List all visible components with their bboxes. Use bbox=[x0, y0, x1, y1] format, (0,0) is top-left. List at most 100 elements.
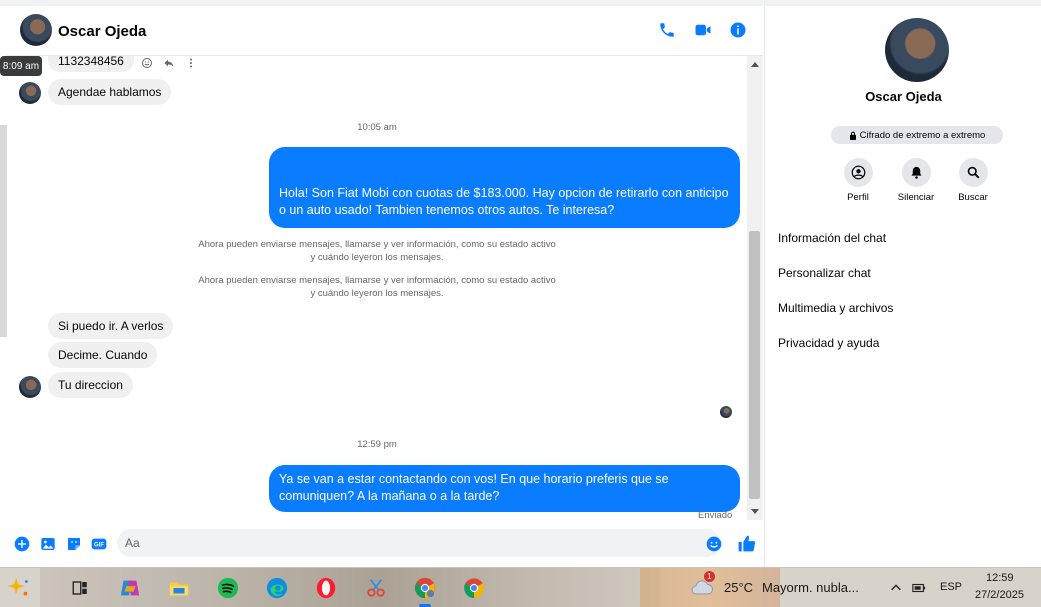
lock-icon bbox=[849, 131, 856, 140]
timestamp-divider: 10:05 am bbox=[357, 122, 397, 133]
encryption-label: Cifrado de extremo a extremo bbox=[859, 129, 986, 141]
system-notice: Ahora pueden enviarse mensajes, llamarse… bbox=[198, 239, 556, 263]
sticker-icon bbox=[67, 537, 80, 550]
emoji-icon bbox=[706, 536, 721, 551]
reply-arrow-icon bbox=[164, 59, 174, 67]
message-bubble-incoming[interactable]: Si puedo ir. A verlos bbox=[48, 313, 174, 339]
profile-avatar[interactable] bbox=[885, 18, 949, 82]
smiley-icon bbox=[142, 58, 152, 68]
profile-action[interactable]: Perfil bbox=[828, 158, 888, 203]
profile-name: Oscar Ojeda bbox=[865, 89, 942, 104]
timestamp-divider: 12:59 pm bbox=[357, 439, 397, 450]
file-explorer-icon[interactable] bbox=[165, 574, 193, 602]
message-bubble-incoming[interactable]: Agendae hablamos bbox=[48, 79, 172, 105]
weather-temperature[interactable]: 25°C bbox=[724, 580, 753, 595]
message-input[interactable] bbox=[117, 529, 721, 557]
media-files-row[interactable]: Multimedia y archivos bbox=[778, 301, 893, 315]
search-action[interactable]: Buscar bbox=[943, 158, 1003, 203]
scroll-down-arrow-icon[interactable] bbox=[751, 509, 759, 514]
message-scrollbar[interactable] bbox=[747, 56, 763, 520]
sender-avatar[interactable] bbox=[19, 376, 41, 398]
weather-alert-badge: 1 bbox=[704, 571, 715, 582]
clock-time[interactable]: 12:59 bbox=[986, 572, 1014, 584]
gif-button[interactable]: GIF bbox=[90, 535, 107, 552]
scroll-thumb[interactable] bbox=[749, 231, 760, 499]
task-view-icon[interactable] bbox=[66, 574, 94, 602]
message-text: 1132348456 bbox=[58, 56, 124, 68]
image-icon bbox=[40, 537, 55, 550]
battery-icon[interactable] bbox=[911, 580, 927, 596]
customize-chat-row[interactable]: Personalizar chat bbox=[778, 266, 871, 280]
bell-icon bbox=[911, 166, 921, 179]
opera-browser-icon[interactable] bbox=[312, 574, 340, 602]
edge-browser-icon[interactable] bbox=[263, 574, 291, 602]
chat-header: Oscar Ojeda bbox=[7, 6, 763, 56]
message-bubble-incoming[interactable]: Decime. Cuando bbox=[48, 342, 158, 368]
chrome-icon[interactable] bbox=[460, 574, 488, 602]
spotify-icon[interactable] bbox=[214, 574, 242, 602]
left-edge-strip bbox=[0, 125, 7, 337]
sender-avatar[interactable] bbox=[19, 82, 41, 104]
message-status: Enviado bbox=[698, 510, 733, 520]
weather-cloud-icon[interactable]: 1 bbox=[690, 571, 715, 598]
input-language[interactable]: ESP bbox=[940, 581, 962, 593]
weather-description[interactable]: Mayorm. nubla... bbox=[762, 580, 859, 595]
attach-media-button[interactable] bbox=[39, 535, 56, 552]
video-camera-icon bbox=[695, 24, 711, 36]
copilot-app-icon[interactable] bbox=[116, 574, 144, 602]
chrome-profile-icon[interactable] bbox=[411, 574, 439, 607]
message-text: Agendae hablamos bbox=[58, 85, 162, 99]
message-bubble-incoming[interactable]: 1132348456 bbox=[48, 56, 134, 72]
top-divider bbox=[765, 0, 1041, 6]
phone-icon bbox=[660, 23, 674, 37]
conversation-info-button[interactable] bbox=[728, 20, 748, 40]
more-options-button[interactable] bbox=[184, 56, 198, 70]
video-call-button[interactable] bbox=[693, 20, 713, 40]
emoji-button[interactable] bbox=[705, 535, 722, 552]
message-text: Si puedo ir. A verlos bbox=[58, 319, 164, 333]
more-actions-button[interactable] bbox=[13, 535, 30, 552]
info-icon bbox=[730, 22, 746, 38]
privacy-support-row[interactable]: Privacidad y ayuda bbox=[778, 336, 879, 350]
windows-taskbar: 1 25°C Mayorm. nubla... ESP 12:59 27/2/2… bbox=[0, 567, 1041, 607]
like-button[interactable] bbox=[736, 533, 756, 553]
thumbs-up-icon bbox=[738, 535, 755, 551]
chat-pane: Oscar Ojeda 8:09 am 1132348456 Agendae h… bbox=[0, 0, 763, 567]
message-text: Hola! Son Fiat Mobi con cuotas de $183.0… bbox=[279, 186, 729, 217]
contact-name[interactable]: Oscar Ojeda bbox=[58, 23, 146, 40]
message-actions bbox=[140, 56, 198, 70]
tray-chevron-up-icon[interactable] bbox=[888, 580, 904, 596]
conversation-details-pane: Oscar Ojeda Cifrado de extremo a extremo… bbox=[764, 0, 1041, 567]
snipping-tool-icon[interactable] bbox=[362, 574, 390, 602]
plus-circle-icon bbox=[14, 536, 29, 551]
message-bubble-outgoing[interactable]: Ya se van a estar contactando con vos! E… bbox=[269, 465, 740, 512]
message-time-tooltip: 8:09 am bbox=[0, 56, 42, 76]
message-text: Tu direccion bbox=[58, 378, 123, 392]
chat-info-row[interactable]: Información del chat bbox=[778, 231, 886, 245]
mute-action[interactable]: Silenciar bbox=[886, 158, 946, 203]
clock-date[interactable]: 27/2/2025 bbox=[975, 589, 1024, 601]
profile-icon bbox=[851, 165, 865, 180]
message-bubble-outgoing[interactable]: Hola! Son Fiat Mobi con cuotas de $183.0… bbox=[269, 147, 740, 228]
message-text: Ya se van a estar contactando con vos! E… bbox=[279, 472, 669, 503]
contact-avatar[interactable] bbox=[20, 14, 52, 46]
encryption-badge[interactable]: Cifrado de extremo a extremo bbox=[831, 126, 1003, 144]
message-list[interactable]: 1132348456 Agendae hablamos 10:05 am Hol… bbox=[7, 56, 747, 520]
gif-icon: GIF bbox=[91, 538, 106, 549]
mute-action-label: Silenciar bbox=[897, 192, 935, 203]
voice-call-button[interactable] bbox=[657, 20, 677, 40]
search-icon bbox=[967, 166, 979, 179]
composer: GIF bbox=[7, 520, 763, 567]
reply-button[interactable] bbox=[162, 56, 176, 70]
more-vertical-icon bbox=[190, 58, 192, 68]
svg-text:GIF: GIF bbox=[94, 542, 104, 548]
system-notice: Ahora pueden enviarse mensajes, llamarse… bbox=[198, 275, 556, 299]
message-bubble-incoming[interactable]: Tu direccion bbox=[48, 372, 133, 398]
react-button[interactable] bbox=[140, 56, 154, 70]
sticker-button[interactable] bbox=[65, 535, 82, 552]
scroll-up-arrow-icon[interactable] bbox=[751, 62, 759, 67]
search-action-label: Buscar bbox=[958, 192, 988, 203]
copilot-sparkle-icon[interactable] bbox=[4, 574, 32, 602]
read-receipt-avatar bbox=[720, 406, 732, 418]
message-text: Decime. Cuando bbox=[58, 348, 148, 362]
